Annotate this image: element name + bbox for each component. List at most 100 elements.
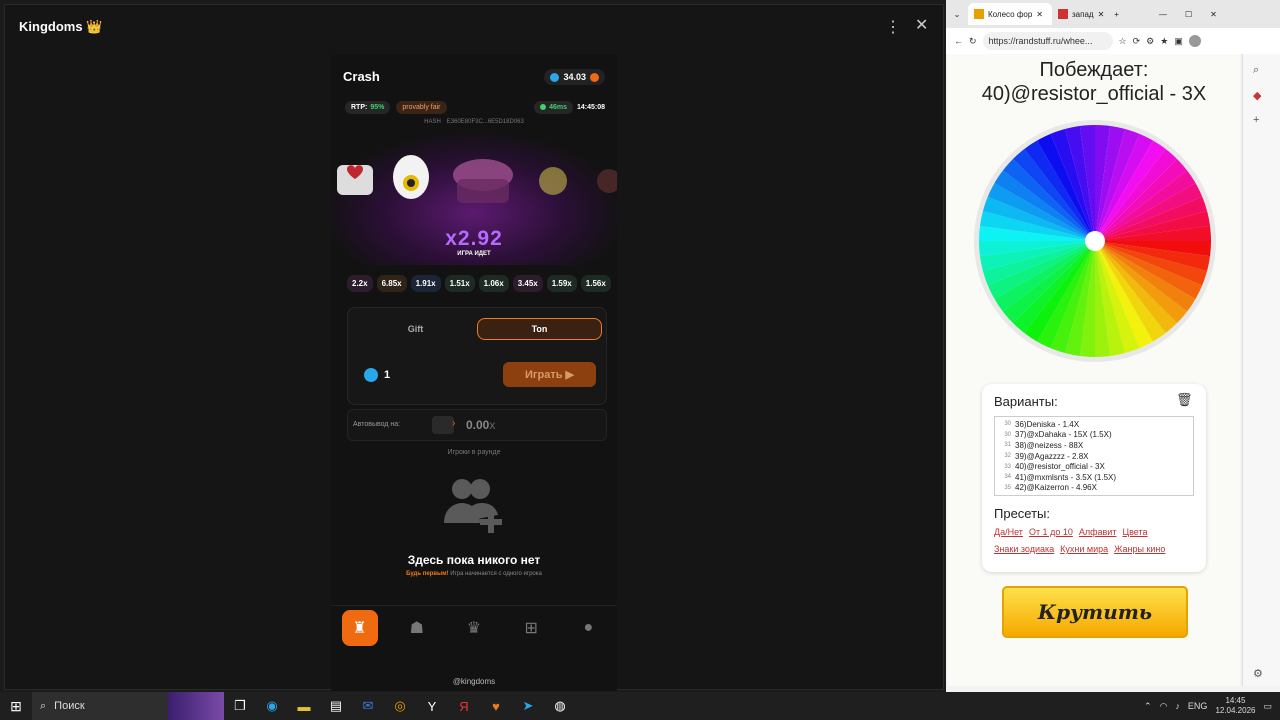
explorer-icon[interactable]: ▬ xyxy=(288,699,320,714)
bet-amount-field[interactable]: 1 xyxy=(364,368,390,382)
spin-button[interactable]: Крутить xyxy=(1002,586,1188,638)
browser-tab-second[interactable]: запад ✕ xyxy=(1052,3,1110,25)
url-field[interactable]: https://randstuff.ru/whee... xyxy=(982,32,1113,50)
app-icon[interactable]: ◎ xyxy=(384,698,416,714)
option-text: 37)@xDahaka - 15X (1.5X) xyxy=(1015,430,1112,440)
option-text: 41)@mxmlsnts - 3.5X (1.5X) xyxy=(1015,472,1117,482)
favicon-icon xyxy=(974,9,984,19)
maximize-icon[interactable]: ☐ xyxy=(1185,10,1192,19)
games-nav-icon[interactable]: ♜ xyxy=(341,609,378,646)
auto-cashout-input[interactable]: 0.00x xyxy=(466,418,495,432)
tab-ton[interactable]: Ton xyxy=(477,318,602,340)
start-icon[interactable]: ⊞ xyxy=(0,698,32,715)
task-view-icon[interactable]: ❐ xyxy=(224,698,256,714)
taskbar-search[interactable]: ⌕ Поиск xyxy=(32,692,168,720)
trash-icon[interactable]: 🗑 xyxy=(1176,392,1193,408)
fair-label: provably fair xyxy=(402,104,441,111)
address-bar: ← ↻ https://randstuff.ru/whee... ☆ ⟳ ⚙ ★… xyxy=(946,28,1280,54)
preset-link[interactable]: Жанры кино xyxy=(1114,544,1165,554)
language-indicator[interactable]: ENG xyxy=(1188,701,1208,711)
tab-close-icon[interactable]: ✕ xyxy=(1036,10,1043,19)
line-number: 30 xyxy=(1004,431,1011,438)
browser-tab-wheel[interactable]: Колесо фор ✕ xyxy=(968,3,1052,25)
chevron-right-icon: › xyxy=(452,418,456,429)
play-button[interactable]: Играть ▶ xyxy=(503,362,596,387)
options-panel: Варианты: 🗑 30 36)Deniska - 1.4X 30 37)@xD… xyxy=(982,384,1206,572)
favicon-icon xyxy=(1058,9,1068,19)
tab-list-icon[interactable]: ⌄ xyxy=(946,10,968,19)
fortune-wheel[interactable] xyxy=(974,120,1216,362)
reload-icon[interactable]: ↻ xyxy=(969,36,977,47)
option-text: 36)Deniska - 1.4X xyxy=(1015,419,1080,429)
shopping-icon[interactable]: ◆ xyxy=(1253,89,1280,102)
gifts-nav-icon[interactable]: ☗ xyxy=(399,610,435,646)
provably-fair-badge[interactable]: provably fair xyxy=(396,101,447,114)
hash-row[interactable]: HASH E360E80F3C...6E5D18D063 xyxy=(331,119,617,125)
ton-icon xyxy=(550,72,560,82)
list-item: 34 41)@mxmlsnts - 3.5X (1.5X) xyxy=(995,472,1193,483)
favorite-icon[interactable]: ☆ xyxy=(1119,36,1127,47)
more-menu-icon[interactable]: ⋮ xyxy=(885,17,901,37)
avatar[interactable] xyxy=(1188,35,1201,47)
system-tray: ⌃ ◠ ♪ ENG 14:45 12.04.2026 ▭ xyxy=(1144,692,1280,720)
ton-icon xyxy=(364,368,378,382)
search-icon[interactable]: ⌕ xyxy=(1253,64,1280,77)
tab-close-icon[interactable]: ✕ xyxy=(1098,10,1105,19)
favorites-icon[interactable]: ★ xyxy=(1160,36,1168,47)
auto-cashout-value: 0.00 xyxy=(466,418,490,432)
clock[interactable]: 14:45 12.04.2026 xyxy=(1215,696,1255,716)
preset-link[interactable]: Кухни мира xyxy=(1060,544,1108,554)
store-icon[interactable]: ▤ xyxy=(320,698,352,714)
history-item: 1.91x xyxy=(410,275,441,292)
profile-nav-icon[interactable]: ● xyxy=(570,610,606,646)
auto-cashout-label: Автовывод на: xyxy=(353,421,401,428)
star-gift-icon xyxy=(539,167,567,195)
presets-list: Да/Нет От 1 до 10 Алфавит Цвета Знаки зодиа… xyxy=(994,524,1204,558)
refresh-icon[interactable]: ⟳ xyxy=(1133,36,1141,47)
game-info: RTP: 95% provably fair xyxy=(345,101,447,114)
trophy-nav-icon[interactable]: ♛ xyxy=(456,610,492,646)
add-balance-icon xyxy=(590,72,599,82)
obs-icon[interactable]: ◍ xyxy=(544,698,576,714)
add-icon[interactable]: + xyxy=(1253,114,1280,126)
yandex-browser-icon[interactable]: Я xyxy=(448,699,480,714)
minimize-icon[interactable]: — xyxy=(1159,10,1167,19)
balance-badge[interactable]: 34.03 xyxy=(544,69,605,85)
news-widget[interactable] xyxy=(168,692,224,720)
players-label: Игроки в раунде xyxy=(447,449,501,456)
edge-icon[interactable]: ◉ xyxy=(256,698,288,714)
notifications-icon[interactable]: ▭ xyxy=(1263,701,1272,712)
bet-panel: Gift Ton 1 Играть ▶ xyxy=(347,307,607,405)
tray-chevron-icon[interactable]: ⌃ xyxy=(1144,701,1152,712)
new-tab-icon[interactable]: + xyxy=(1114,10,1119,19)
extensions-icon[interactable]: ⚙ xyxy=(1146,36,1154,47)
browser-sidebar: ⌕ ◆ + ⚙ xyxy=(1242,54,1280,686)
volume-icon[interactable]: ♪ xyxy=(1175,701,1180,711)
gift-icon[interactable] xyxy=(432,416,454,434)
window-close-icon[interactable]: ✕ xyxy=(1210,10,1217,19)
wifi-icon[interactable]: ◠ xyxy=(1160,701,1168,712)
browser-tab-label: запад xyxy=(1072,9,1094,19)
preset-link[interactable]: Алфавит xyxy=(1079,527,1117,537)
preset-link[interactable]: Да/Нет xyxy=(994,527,1023,537)
mail-icon[interactable]: ✉ xyxy=(352,698,384,714)
settings-icon[interactable]: ⚙ xyxy=(1253,667,1263,680)
collections-icon[interactable]: ▣ xyxy=(1174,36,1183,47)
winner-block: Побеждает: 40)@resistor_official - 3X xyxy=(948,58,1240,106)
close-icon[interactable]: ✕ xyxy=(915,15,928,35)
brave-icon[interactable]: ♥ xyxy=(480,699,512,714)
tab-gift[interactable]: Gift xyxy=(354,318,477,340)
empty-subtitle: Будь первым! Игра начинается с одного иг… xyxy=(331,571,617,577)
preset-link[interactable]: От 1 до 10 xyxy=(1029,527,1073,537)
apps-nav-icon[interactable]: ⊞ xyxy=(513,610,549,646)
telegram-icon[interactable]: ➤ xyxy=(512,698,544,714)
preset-link[interactable]: Знаки зодиака xyxy=(994,544,1054,554)
back-icon[interactable]: ← xyxy=(954,36,963,46)
ping-value: 46ms xyxy=(549,104,567,111)
list-item: 32 39)@Agazzzz - 2.8X xyxy=(995,451,1193,462)
preset-link[interactable]: Цвета xyxy=(1122,527,1147,537)
currency-tabs: Gift Ton xyxy=(354,318,602,340)
taskbar: ⊞ ⌕ Поиск ❐ ◉ ▬ ▤ ✉ ◎ Y Я ♥ ➤ ◍ ⌃ ◠ ♪ ENG… xyxy=(0,692,1280,720)
yandex-icon[interactable]: Y xyxy=(416,699,448,714)
options-textarea[interactable]: 30 36)Deniska - 1.4X 30 37)@xDahaka - 15X … xyxy=(994,416,1194,496)
